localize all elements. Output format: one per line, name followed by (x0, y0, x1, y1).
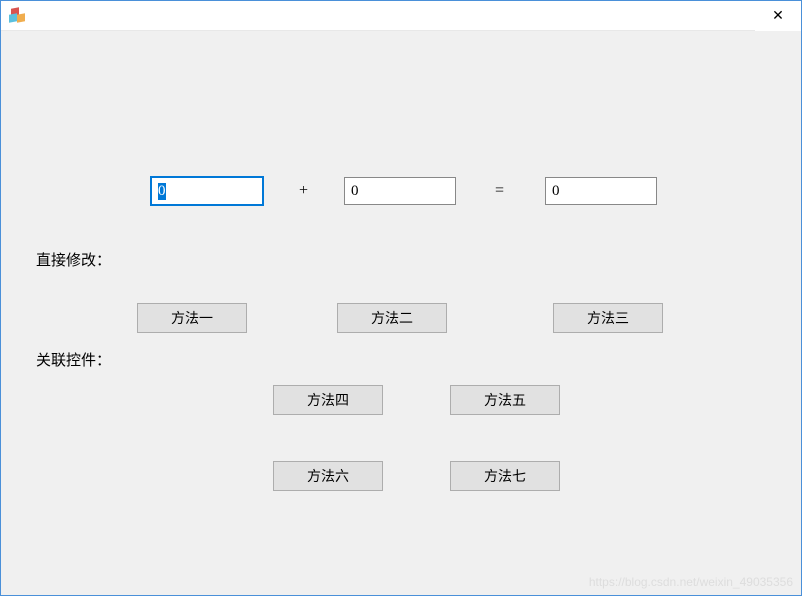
operand1-input[interactable] (151, 177, 263, 205)
app-icon (9, 8, 25, 24)
result-input[interactable] (545, 177, 657, 205)
method4-button[interactable]: 方法四 (273, 385, 383, 415)
method5-button[interactable]: 方法五 (450, 385, 560, 415)
linked-control-label: 关联控件： (36, 349, 111, 370)
plus-label: + (299, 182, 308, 200)
titlebar: ✕ (1, 1, 801, 31)
titlebar-left (9, 8, 31, 24)
operand2-input[interactable] (344, 177, 456, 205)
method6-button[interactable]: 方法六 (273, 461, 383, 491)
direct-modify-label: 直接修改： (36, 249, 111, 270)
equals-label: = (495, 182, 504, 200)
watermark-text: https://blog.csdn.net/weixin_49035356 (589, 575, 793, 589)
method1-button[interactable]: 方法一 (137, 303, 247, 333)
close-icon: ✕ (772, 7, 784, 24)
method7-button[interactable]: 方法七 (450, 461, 560, 491)
close-button[interactable]: ✕ (755, 1, 801, 31)
method3-button[interactable]: 方法三 (553, 303, 663, 333)
client-area: + = 直接修改： 方法一 方法二 方法三 关联控件： 方法四 方法五 方法六 … (1, 31, 801, 595)
method2-button[interactable]: 方法二 (337, 303, 447, 333)
app-window: ✕ + = 直接修改： 方法一 方法二 方法三 关联控件： 方法四 方法五 方法… (0, 0, 802, 596)
